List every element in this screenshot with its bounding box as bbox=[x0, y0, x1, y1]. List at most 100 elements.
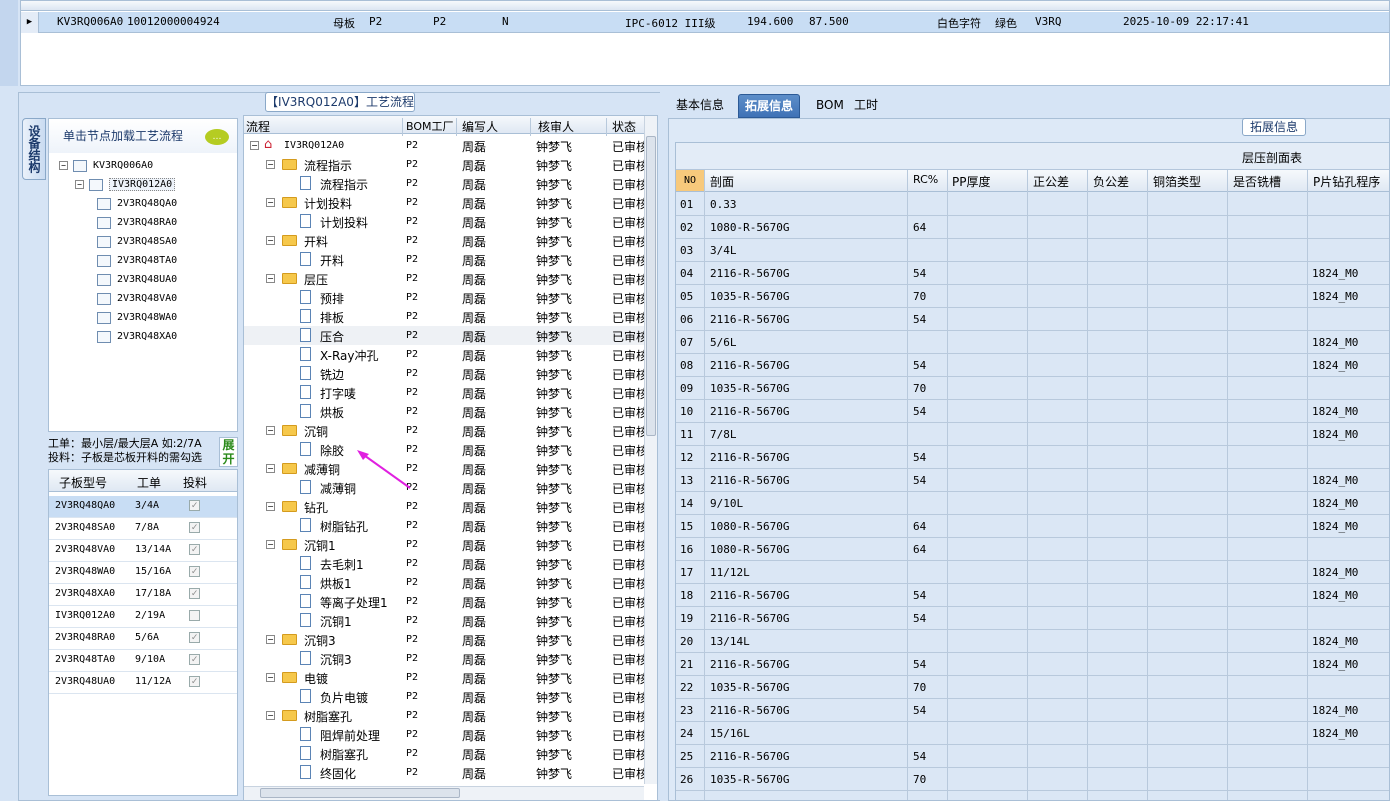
feed-checkbox[interactable]: ✓ bbox=[189, 522, 200, 533]
lamination-row[interactable]: 02 1080-R-5670G 64 bbox=[676, 216, 1389, 239]
lamination-row[interactable]: 12 2116-R-5670G 54 bbox=[676, 446, 1389, 469]
lamination-row[interactable]: 24 15/16L 1824_M0 bbox=[676, 722, 1389, 745]
lamination-row[interactable]: 23 2116-R-5670G 54 1824_M0 bbox=[676, 699, 1389, 722]
process-row[interactable]: − 钻孔 P2 周磊 钟梦飞 已审核 bbox=[244, 497, 648, 516]
tree-node-leaf[interactable]: 2V3RQ48UA0 bbox=[97, 270, 177, 289]
process-row[interactable]: 去毛刺1 P2 周磊 钟梦飞 已审核 bbox=[244, 554, 648, 573]
collapse-icon[interactable]: − bbox=[266, 502, 275, 511]
collapse-icon[interactable]: − bbox=[266, 274, 275, 283]
tree-node-leaf[interactable]: 2V3RQ48QA0 bbox=[97, 194, 177, 213]
tree-node-leaf[interactable]: 2V3RQ48TA0 bbox=[97, 251, 177, 270]
lamination-row[interactable]: 09 1035-R-5670G 70 bbox=[676, 377, 1389, 400]
tree-node-leaf[interactable]: 2V3RQ48RA0 bbox=[97, 213, 177, 232]
tree-node-leaf[interactable]: 2V3RQ48XA0 bbox=[97, 327, 177, 346]
tree-node-root[interactable]: − KV3RQ006A0 bbox=[59, 156, 153, 175]
sub-grid-row[interactable]: 2V3RQ48UA0 11/12A ✓ bbox=[49, 672, 237, 694]
scrollbar-thumb[interactable] bbox=[260, 788, 460, 798]
collapse-icon[interactable]: − bbox=[59, 161, 68, 170]
lamination-row[interactable]: 08 2116-R-5670G 54 1824_M0 bbox=[676, 354, 1389, 377]
process-row[interactable]: − 减薄铜 P2 周磊 钟梦飞 已审核 bbox=[244, 459, 648, 478]
lamination-row[interactable]: 06 2116-R-5670G 54 bbox=[676, 308, 1389, 331]
process-row[interactable]: 减薄铜 P2 周磊 钟梦飞 已审核 bbox=[244, 478, 648, 497]
collapse-icon[interactable]: − bbox=[266, 673, 275, 682]
process-row[interactable]: 流程指示 P2 周磊 钟梦飞 已审核 bbox=[244, 174, 648, 193]
process-row[interactable]: 打字唛 P2 周磊 钟梦飞 已审核 bbox=[244, 383, 648, 402]
lamination-row[interactable]: 07 5/6L 1824_M0 bbox=[676, 331, 1389, 354]
scrollbar-thumb[interactable] bbox=[646, 136, 656, 436]
lamination-row[interactable]: 21 2116-R-5670G 54 1824_M0 bbox=[676, 653, 1389, 676]
process-row[interactable]: 沉铜3 P2 周磊 钟梦飞 已审核 bbox=[244, 649, 648, 668]
feed-checkbox[interactable]: ✓ bbox=[189, 544, 200, 555]
process-row[interactable]: 除胶 P2 周磊 钟梦飞 已审核 bbox=[244, 440, 648, 459]
collapse-icon[interactable]: − bbox=[266, 426, 275, 435]
process-row[interactable]: 树脂塞孔 P2 周磊 钟梦飞 已审核 bbox=[244, 744, 648, 763]
lamination-row[interactable]: 16 1080-R-5670G 64 bbox=[676, 538, 1389, 561]
process-row[interactable]: − 开料 P2 周磊 钟梦飞 已审核 bbox=[244, 231, 648, 250]
tab-work-hours[interactable]: 工时 bbox=[848, 94, 884, 118]
side-tab-device-structure[interactable]: 设备结构 bbox=[22, 118, 46, 180]
lamination-row[interactable]: 20 13/14L 1824_M0 bbox=[676, 630, 1389, 653]
tree-node-leaf[interactable]: 2V3RQ48SA0 bbox=[97, 232, 177, 251]
collapse-icon[interactable]: − bbox=[266, 160, 275, 169]
process-row[interactable]: 烘板1 P2 周磊 钟梦飞 已审核 bbox=[244, 573, 648, 592]
sub-grid-row[interactable]: 2V3RQ48XA0 17/18A ✓ bbox=[49, 584, 237, 606]
lamination-row[interactable]: 04 2116-R-5670G 54 1824_M0 bbox=[676, 262, 1389, 285]
process-row[interactable]: − 沉铜1 P2 周磊 钟梦飞 已审核 bbox=[244, 535, 648, 554]
feed-checkbox[interactable]: ✓ bbox=[189, 500, 200, 511]
process-row[interactable]: 开料 P2 周磊 钟梦飞 已审核 bbox=[244, 250, 648, 269]
splitter[interactable] bbox=[660, 92, 668, 801]
sub-grid-row[interactable]: 2V3RQ48SA0 7/8A ✓ bbox=[49, 518, 237, 540]
feed-checkbox[interactable]: ✓ bbox=[189, 588, 200, 599]
process-row[interactable]: 排板 P2 周磊 钟梦飞 已审核 bbox=[244, 307, 648, 326]
collapse-icon[interactable]: − bbox=[75, 180, 84, 189]
process-row[interactable]: − 流程指示 P2 周磊 钟梦飞 已审核 bbox=[244, 155, 648, 174]
lamination-row[interactable]: 19 2116-R-5670G 54 bbox=[676, 607, 1389, 630]
lamination-row[interactable]: 26 1035-R-5670G 70 bbox=[676, 768, 1389, 791]
feed-checkbox[interactable] bbox=[189, 610, 200, 621]
lamination-row[interactable]: 05 1035-R-5670G 70 1824_M0 bbox=[676, 285, 1389, 308]
top-grid-row[interactable]: ▶ KV3RQ006A0 10012000004924 母板 P2 P2 N I… bbox=[21, 12, 1389, 33]
tree-node-child[interactable]: − IV3RQ012A0 bbox=[75, 175, 176, 194]
lamination-row[interactable]: 03 3/4L bbox=[676, 239, 1389, 262]
process-row[interactable]: − 沉铜 P2 周磊 钟梦飞 已审核 bbox=[244, 421, 648, 440]
process-row[interactable]: 负片电镀 P2 周磊 钟梦飞 已审核 bbox=[244, 687, 648, 706]
process-row[interactable]: 等离子处理1 P2 周磊 钟梦飞 已审核 bbox=[244, 592, 648, 611]
collapse-icon[interactable]: − bbox=[266, 540, 275, 549]
sub-grid-row[interactable]: 2V3RQ48WA0 15/16A ✓ bbox=[49, 562, 237, 584]
process-row[interactable]: 铣边 P2 周磊 钟梦飞 已审核 bbox=[244, 364, 648, 383]
process-row[interactable]: 阻焊前处理 P2 周磊 钟梦飞 已审核 bbox=[244, 725, 648, 744]
process-row[interactable]: 预排 P2 周磊 钟梦飞 已审核 bbox=[244, 288, 648, 307]
tab-bom[interactable]: BOM bbox=[810, 94, 850, 118]
lamination-row[interactable]: 22 1035-R-5670G 70 bbox=[676, 676, 1389, 699]
tab-basic-info[interactable]: 基本信息 bbox=[670, 94, 730, 118]
feed-checkbox[interactable]: ✓ bbox=[189, 632, 200, 643]
process-row[interactable]: − 计划投料 P2 周磊 钟梦飞 已审核 bbox=[244, 193, 648, 212]
process-row[interactable]: − 沉铜3 P2 周磊 钟梦飞 已审核 bbox=[244, 630, 648, 649]
lamination-row[interactable]: 13 2116-R-5670G 54 1824_M0 bbox=[676, 469, 1389, 492]
expand-button[interactable]: 展开 bbox=[219, 437, 238, 467]
lamination-row[interactable]: 15 1080-R-5670G 64 1824_M0 bbox=[676, 515, 1389, 538]
collapse-icon[interactable]: − bbox=[266, 464, 275, 473]
process-row[interactable]: − 层压 P2 周磊 钟梦飞 已审核 bbox=[244, 269, 648, 288]
collapse-icon[interactable]: − bbox=[266, 236, 275, 245]
process-row[interactable]: − ⌂ IV3RQ012A0 P2 周磊 钟梦飞 已审核 bbox=[244, 136, 648, 155]
process-row[interactable]: − 树脂塞孔 P2 周磊 钟梦飞 已审核 bbox=[244, 706, 648, 725]
lamination-row[interactable]: 18 2116-R-5670G 54 1824_M0 bbox=[676, 584, 1389, 607]
collapse-icon[interactable]: − bbox=[266, 711, 275, 720]
sub-grid-row[interactable]: 2V3RQ48TA0 9/10A ✓ bbox=[49, 650, 237, 672]
collapse-icon[interactable]: − bbox=[266, 198, 275, 207]
process-row[interactable]: 烘板 P2 周磊 钟梦飞 已审核 bbox=[244, 402, 648, 421]
lamination-row[interactable]: 14 9/10L 1824_M0 bbox=[676, 492, 1389, 515]
sub-grid-row[interactable]: IV3RQ012A0 2/19A bbox=[49, 606, 237, 628]
tree-node-leaf[interactable]: 2V3RQ48WA0 bbox=[97, 308, 177, 327]
sub-grid-row[interactable]: 2V3RQ48RA0 5/6A ✓ bbox=[49, 628, 237, 650]
sub-grid-row[interactable]: 2V3RQ48VA0 13/14A ✓ bbox=[49, 540, 237, 562]
tree-node-leaf[interactable]: 2V3RQ48VA0 bbox=[97, 289, 177, 308]
process-row[interactable]: 计划投料 P2 周磊 钟梦飞 已审核 bbox=[244, 212, 648, 231]
process-row[interactable]: 压合 P2 周磊 钟梦飞 已审核 bbox=[244, 326, 648, 345]
process-row[interactable]: 树脂钻孔 P2 周磊 钟梦飞 已审核 bbox=[244, 516, 648, 535]
collapse-icon[interactable]: − bbox=[266, 635, 275, 644]
process-row[interactable]: − 电镀 P2 周磊 钟梦飞 已审核 bbox=[244, 668, 648, 687]
tab-extended-info[interactable]: 拓展信息 bbox=[738, 94, 801, 118]
process-row[interactable]: 沉铜1 P2 周磊 钟梦飞 已审核 bbox=[244, 611, 648, 630]
